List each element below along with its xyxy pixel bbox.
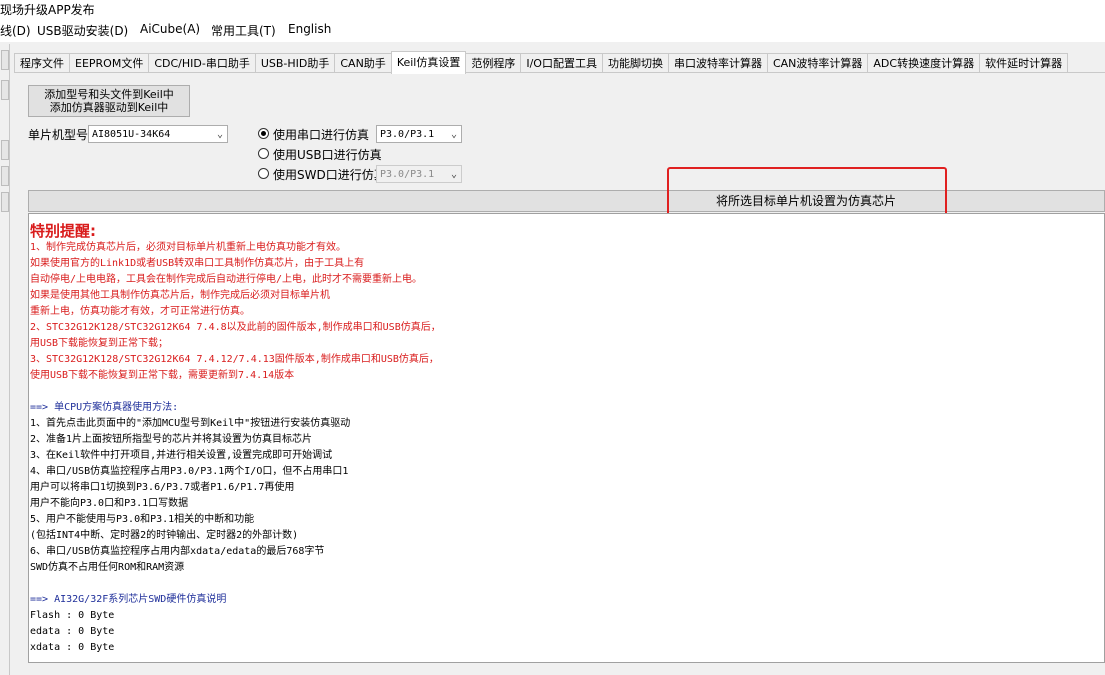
notice-heading: 特别提醒: — [30, 222, 96, 240]
mcu-model-select[interactable]: AI8051U-34K64 ⌄ — [88, 125, 228, 143]
chevron-down-icon: ⌄ — [450, 129, 457, 140]
notice-line: 自动停电/上电电路，工具会在制作完成后自动进行停电/上电，此时才不需要重新上电。 — [30, 274, 423, 285]
chevron-down-icon: ⌄ — [450, 169, 457, 180]
notice-line: 1、制作完成仿真芯片后，必须对目标单片机重新上电仿真功能才有效。 — [30, 242, 347, 253]
menu-item-tools[interactable]: 常用工具(T) — [211, 22, 276, 39]
radio-uart-sim[interactable] — [258, 128, 269, 139]
tab-pin-switch[interactable]: 功能脚切换 — [601, 53, 669, 74]
memory-line: Flash : 0 Byte — [30, 610, 115, 621]
bottom-spacer — [28, 663, 1105, 675]
notice-line: 用USB下载能恢复到正常下载； — [30, 338, 169, 349]
title-bar: 现场升级APP发布 — [0, 0, 1105, 18]
swd-port-value: P3.0/P3.1 — [380, 169, 435, 180]
radio-selected-dot — [261, 131, 266, 136]
notice-line: 如果是使用其他工具制作仿真芯片后，制作完成后必须对目标单片机 — [30, 290, 330, 301]
radio-swd-label: 使用SWD口进行仿真 — [273, 168, 386, 182]
notice-line: 2、STC32G12K128/STC32G12K64 7.4.8以及此前的固件版… — [30, 322, 441, 333]
left-panel-button[interactable] — [1, 50, 9, 70]
notice-line: 重新上电，仿真功能才有效，才可正常进行仿真。 — [30, 306, 250, 317]
radio-usb-sim[interactable] — [258, 148, 269, 159]
window-title: 现场升级APP发布 — [0, 3, 95, 17]
mcu-model-label: 单片机型号 — [28, 128, 89, 142]
memory-line: xdata : 0 Byte — [30, 642, 115, 653]
menu-item-aicube[interactable]: AiCube(A) — [140, 22, 200, 36]
tab-keil-sim[interactable]: Keil仿真设置 — [390, 51, 467, 74]
usage-line: 6、串口/USB仿真监控程序占用内部xdata/edata的最后768字节 — [30, 546, 325, 557]
tab-cdc-hid-serial[interactable]: CDC/HID-串口助手 — [148, 53, 256, 74]
notice-line: 如果使用官方的Link1D或者USB转双串口工具制作仿真芯片，由于工具上有 — [30, 258, 365, 269]
add-model-label: 添加型号和头文件到Keil中 — [44, 88, 174, 101]
usage-line: 3、在Keil软件中打开项目,并进行相关设置,设置完成即可开始调试 — [30, 450, 333, 461]
usage-line: (包括INT4中断、定时器2的时钟输出、定时器2的外部计数) — [30, 530, 299, 541]
add-to-keil-button[interactable]: 添加型号和头文件到Keil中 添加仿真器驱动到Keil中 — [28, 85, 190, 117]
menu-item-english[interactable]: English — [288, 22, 331, 36]
left-panel-button[interactable] — [1, 80, 9, 100]
tab-can-baud[interactable]: CAN波特率计算器 — [766, 53, 869, 74]
chevron-down-icon: ⌄ — [216, 129, 223, 140]
tab-examples[interactable]: 范例程序 — [465, 53, 522, 74]
usage-line: 1、首先点击此页面中的"添加MCU型号到Keil中"按钮进行安装仿真驱动 — [30, 418, 351, 429]
menu-bar: 线(D) USB驱动安装(D) AiCube(A) 常用工具(T) Englis… — [0, 18, 1105, 42]
memory-line: edata : 0 Byte — [30, 626, 115, 637]
uart-port-value: P3.0/P3.1 — [380, 129, 435, 140]
tab-can-helper[interactable]: CAN助手 — [334, 53, 392, 74]
cpu-usage-heading: ==> 单CPU方案仿真器使用方法: — [30, 402, 179, 413]
usage-line: 5、用户不能使用与P3.0和P3.1相关的中断和功能 — [30, 514, 255, 525]
swd-port-select: P3.0/P3.1 ⌄ — [376, 165, 462, 183]
tab-delay-calc[interactable]: 软件延时计算器 — [979, 53, 1069, 74]
usage-line: 用户可以将串口1切换到P3.6/P3.7或者P1.6/P1.7再使用 — [30, 482, 295, 493]
tab-uart-baud[interactable]: 串口波特率计算器 — [667, 53, 768, 74]
left-panel-button[interactable] — [1, 140, 9, 160]
tab-program-file[interactable]: 程序文件 — [14, 53, 70, 74]
usage-line: 2、准备1片上面按钮所指型号的芯片并将其设置为仿真目标芯片 — [30, 434, 313, 445]
usage-line: 4、串口/USB仿真监控程序占用P3.0/P3.1两个I/O口，但不占用串口1 — [30, 466, 349, 477]
radio-uart-label: 使用串口进行仿真 — [273, 128, 370, 142]
tab-adc-speed[interactable]: ADC转换速度计算器 — [867, 53, 981, 74]
uart-port-select[interactable]: P3.0/P3.1 ⌄ — [376, 125, 462, 143]
add-driver-label: 添加仿真器驱动到Keil中 — [49, 101, 169, 114]
left-panel-button[interactable] — [1, 192, 9, 212]
tab-io-config[interactable]: I/O口配置工具 — [520, 53, 603, 74]
radio-swd-sim[interactable] — [258, 168, 269, 179]
tab-strip: 程序文件 EEPROM文件 CDC/HID-串口助手 USB-HID助手 CAN助手 Ke… — [14, 51, 1069, 74]
menu-item-usb-driver[interactable]: USB驱动安装(D) — [37, 22, 128, 39]
tab-eeprom-file[interactable]: EEPROM文件 — [69, 53, 150, 74]
radio-usb-label: 使用USB口进行仿真 — [273, 148, 382, 162]
notice-line: 3、STC32G12K128/STC32G12K64 7.4.12/7.4.13… — [30, 354, 439, 365]
notice-line: 使用USB下载不能恢复到正常下载，需要更新到7.4.14版本 — [30, 370, 295, 381]
swd-heading: ==> AI32G/32F系列芯片SWD硬件仿真说明 — [30, 594, 227, 605]
usage-line: 用户不能向P3.0口和P3.1口写数据 — [30, 498, 189, 509]
left-panel-button[interactable] — [1, 166, 9, 186]
left-panel-edge — [0, 44, 10, 675]
instructions-text-area[interactable]: 特别提醒: 1、制作完成仿真芯片后，必须对目标单片机重新上电仿真功能才有效。 如… — [28, 213, 1105, 663]
usage-line: SWD仿真不占用任何ROM和RAM资源 — [30, 562, 185, 573]
menu-item-partial[interactable]: 线(D) — [0, 22, 31, 39]
mcu-model-value: AI8051U-34K64 — [92, 129, 171, 140]
tab-usb-hid[interactable]: USB-HID助手 — [254, 53, 336, 74]
